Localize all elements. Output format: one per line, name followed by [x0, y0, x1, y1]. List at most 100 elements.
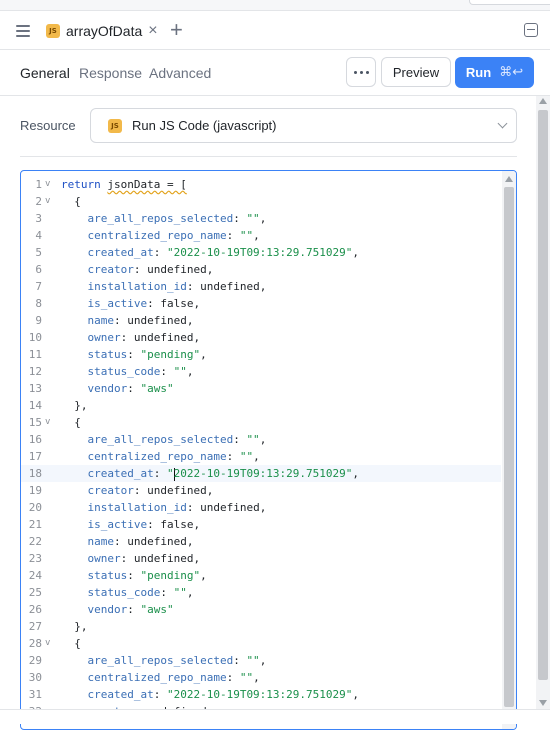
scroll-thumb[interactable] [504, 187, 514, 707]
code-token: is_active [61, 297, 148, 310]
code-token: "2022-10-19T09:13:29.751029" [166, 246, 353, 259]
tab-arrayofdata[interactable]: JS arrayOfData × [40, 15, 164, 47]
code-line[interactable]: 30 centralized_repo_name: "", [21, 669, 501, 686]
code-line[interactable]: 1 v return jsonData = [ [21, 176, 501, 193]
line-number: 7 [35, 280, 42, 293]
code-token: "" [173, 365, 187, 378]
code-token: created_at [61, 467, 154, 480]
scroll-thumb[interactable] [538, 110, 548, 680]
code-line[interactable]: 31 created_at: "2022-10-19T09:13:29.7510… [21, 686, 501, 703]
code-text: { [61, 414, 81, 431]
more-options-button[interactable] [346, 57, 376, 87]
code-token: , [200, 569, 207, 582]
code-line[interactable]: 14 }, [21, 397, 501, 414]
line-number: 22 [28, 535, 42, 548]
fold-chevron-icon[interactable]: v [45, 176, 50, 193]
code-token: : [226, 229, 240, 242]
line-number: 18 [28, 467, 42, 480]
tab-general[interactable]: General [20, 65, 70, 81]
code-line[interactable]: 16 are_all_repos_selected: "", [21, 431, 501, 448]
code-line[interactable]: 2v { [21, 193, 501, 210]
fold-chevron-icon[interactable]: v [45, 414, 50, 431]
code-line[interactable]: 22 name: undefined, [21, 533, 501, 550]
code-line[interactable]: 7 installation_id: undefined, [21, 278, 501, 295]
code-token: : [226, 450, 240, 463]
line-number: 29 [28, 654, 42, 667]
code-token: }, [61, 399, 88, 412]
code-token: name [61, 535, 114, 548]
collapse-panel-icon[interactable] [524, 23, 538, 37]
js-icon: JS [108, 118, 122, 133]
code-line[interactable]: 23 owner: undefined, [21, 550, 501, 567]
fold-chevron-icon[interactable]: v [45, 635, 50, 652]
code-line[interactable]: 18 created_at: "2022-10-19T09:13:29.7510… [21, 465, 501, 482]
code-token: jsonData = [ [107, 178, 187, 191]
resource-label: Resource [20, 118, 76, 133]
code-line[interactable]: 15 v { [21, 414, 501, 431]
code-line[interactable]: 24 status: "pending", [21, 567, 501, 584]
code-token: , [253, 450, 260, 463]
upper-tab-corner [469, 0, 550, 5]
line-number: 8 [35, 297, 42, 310]
line-number: 2 [35, 195, 42, 208]
code-token: : [153, 246, 167, 259]
code-line[interactable]: 19 creator: undefined, [21, 482, 501, 499]
code-token: 2022-10-19T09:13:29.751029" [173, 467, 353, 480]
code-line[interactable]: 20 installation_id: undefined, [21, 499, 501, 516]
code-line[interactable]: 12 status_code: "", [21, 363, 501, 380]
tab-advanced[interactable]: Advanced [149, 65, 211, 81]
code-line[interactable]: 10 owner: undefined, [21, 329, 501, 346]
code-editor[interactable]: 1 v return jsonData = [2 v {3 are_all_repos… [20, 170, 517, 730]
code-line[interactable]: 29 are_all_repos_selected: "", [21, 652, 501, 669]
code-text: status_code: "", [61, 584, 193, 601]
code-line[interactable]: 27 }, [21, 618, 501, 635]
resource-select[interactable]: JS Run JS Code (javascript) [90, 108, 517, 143]
scroll-up-icon[interactable] [539, 98, 547, 104]
run-button[interactable]: Run ⌘↩ [455, 57, 534, 88]
code-token: : [226, 671, 240, 684]
code-line[interactable]: 11 status: "pending", [21, 346, 501, 363]
line-number: 4 [35, 229, 42, 242]
bottom-bar [0, 709, 550, 724]
code-text: owner: undefined, [61, 329, 200, 346]
code-line[interactable]: 21 is_active: false, [21, 516, 501, 533]
code-line[interactable]: 26 vendor: "aws" [21, 601, 501, 618]
hamburger-menu-icon[interactable] [14, 22, 32, 40]
line-number: 11 [28, 348, 42, 361]
preview-button[interactable]: Preview [381, 57, 451, 87]
code-line[interactable]: 4 centralized_repo_name: "", [21, 227, 501, 244]
code-token: { [61, 195, 81, 208]
add-tab-icon[interactable]: + [170, 18, 183, 42]
line-number: 28 [28, 637, 42, 650]
tab-response[interactable]: Response [79, 65, 142, 81]
line-number: 21 [28, 518, 42, 531]
editor-scrollbar[interactable] [502, 171, 516, 729]
code-token: , [253, 229, 260, 242]
code-line[interactable]: 5 created_at: "2022-10-19T09:13:29.75102… [21, 244, 501, 261]
scroll-down-icon[interactable] [539, 700, 547, 706]
code-token: owner [61, 331, 121, 344]
query-tab-bar: JS arrayOfData × + [0, 10, 550, 50]
code-line[interactable]: 25 status_code: "", [21, 584, 501, 601]
fold-chevron-icon[interactable]: v [45, 193, 50, 210]
code-line[interactable]: 6 creator: undefined, [21, 261, 501, 278]
code-token: are_all_repos_selected [61, 433, 234, 446]
line-number: 25 [28, 586, 42, 599]
code-line[interactable]: 28 v { [21, 635, 501, 652]
code-line[interactable]: 8 is_active: false, [21, 295, 501, 312]
code-token: : undefined, [113, 314, 194, 327]
line-number: 12 [28, 365, 42, 378]
code-line[interactable]: 17 centralized_repo_name: "", [21, 448, 501, 465]
code-token: : [233, 433, 247, 446]
code-line[interactable]: 13 vendor: "aws" [21, 380, 501, 397]
close-icon[interactable]: × [148, 23, 157, 39]
code-text: created_at: "2022-10-19T09:13:29.751029"… [61, 244, 359, 261]
page-scrollbar[interactable] [536, 96, 550, 710]
code-token: , [186, 365, 194, 378]
code-line[interactable]: 9 name: undefined, [21, 312, 501, 329]
js-icon: JS [46, 24, 60, 38]
scroll-up-icon[interactable] [505, 176, 513, 182]
code-text: vendor: "aws" [61, 601, 173, 618]
code-line[interactable]: 3 are_all_repos_selected: "", [21, 210, 501, 227]
code-text: created_at: "2022-10-19T09:13:29.751029"… [61, 686, 359, 703]
